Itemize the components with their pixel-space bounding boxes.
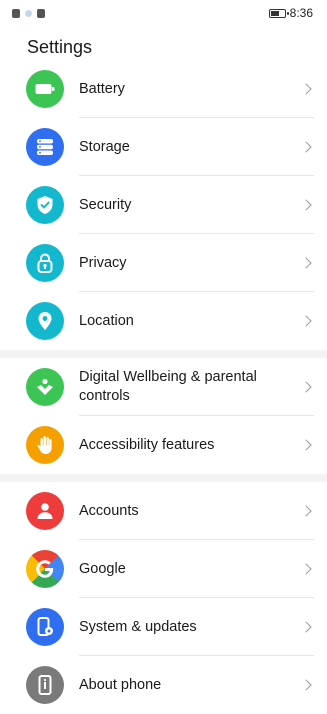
settings-item-google[interactable]: Google: [0, 540, 327, 598]
settings-item-label: Accessibility features: [79, 436, 215, 453]
settings-item-label: Privacy: [79, 254, 127, 271]
battery-status-icon: [268, 8, 289, 18]
chevron-right-icon: [300, 505, 312, 517]
wellbeing-icon: [26, 368, 64, 406]
settings-item-about-phone[interactable]: About phone: [0, 656, 327, 714]
page-title: Settings: [27, 37, 93, 57]
info-icon: [26, 666, 64, 704]
phone-settings-icon: [26, 608, 64, 646]
settings-item-security[interactable]: Security: [0, 176, 327, 234]
settings-group: Battery Storage Security Privacy Locatio…: [0, 60, 327, 350]
status-right: 8:36: [268, 6, 313, 20]
battery-icon: [26, 70, 64, 108]
clock: 8:36: [289, 6, 313, 20]
group-separator: [0, 474, 327, 482]
chevron-right-icon: [300, 315, 312, 327]
settings-item-label: Location: [79, 312, 134, 329]
settings-item-accounts[interactable]: Accounts: [0, 482, 327, 540]
settings-group: Digital Wellbeing & parental controls Ac…: [0, 358, 327, 474]
settings-item-label: System & updates: [79, 618, 197, 635]
storage-icon: [26, 128, 64, 166]
hand-icon: [26, 426, 64, 464]
settings-item-label: Storage: [79, 138, 130, 155]
chevron-right-icon: [300, 439, 312, 451]
chevron-right-icon: [300, 199, 312, 211]
lock-icon: [26, 244, 64, 282]
chevron-right-icon: [300, 257, 312, 269]
notification-icon: [25, 9, 32, 17]
chevron-right-icon: [300, 621, 312, 633]
settings-item-label: Battery: [79, 80, 125, 97]
settings-item-label: About phone: [79, 676, 162, 693]
notification-icon: [37, 8, 45, 18]
notification-icons: [12, 8, 45, 18]
person-icon: [26, 492, 64, 530]
settings-item-privacy[interactable]: Privacy: [0, 234, 327, 292]
settings-group: Accounts Google System & updates About p…: [0, 482, 327, 714]
settings-item-label: Digital Wellbeing & parental controls: [79, 369, 257, 404]
settings-item-accessibility[interactable]: Accessibility features: [0, 416, 327, 474]
chevron-right-icon: [300, 679, 312, 691]
chevron-right-icon: [300, 141, 312, 153]
settings-item-digital-wellbeing[interactable]: Digital Wellbeing & parental controls: [0, 358, 327, 416]
settings-item-label: Accounts: [79, 502, 139, 519]
status-bar: 8:36: [0, 0, 327, 26]
shield-icon: [26, 186, 64, 224]
google-icon: [26, 550, 64, 588]
notification-icon: [12, 8, 20, 18]
settings-item-battery[interactable]: Battery: [0, 60, 327, 118]
settings-item-system-updates[interactable]: System & updates: [0, 598, 327, 656]
location-pin-icon: [26, 302, 64, 340]
settings-item-label: Security: [79, 196, 132, 213]
group-separator: [0, 350, 327, 358]
settings-item-location[interactable]: Location: [0, 292, 327, 350]
chevron-right-icon: [300, 83, 312, 95]
settings-item-storage[interactable]: Storage: [0, 118, 327, 176]
chevron-right-icon: [300, 563, 312, 575]
settings-item-label: Google: [79, 560, 126, 577]
